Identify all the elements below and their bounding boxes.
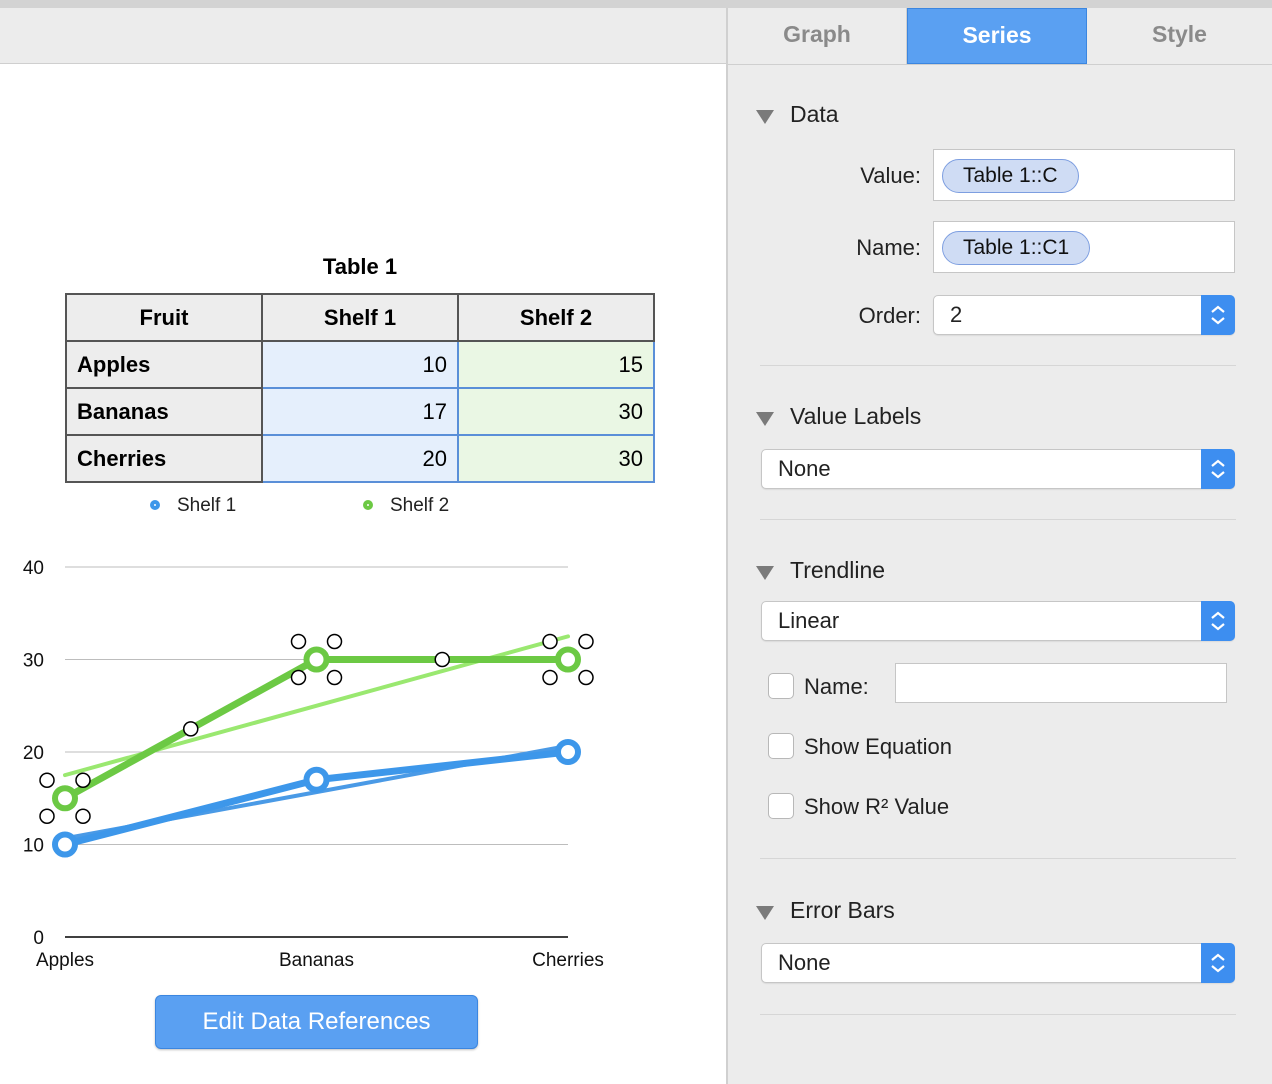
value-labels-popup[interactable]: None: [761, 449, 1235, 489]
order-value: 2: [950, 302, 963, 327]
data-point: [52, 785, 78, 812]
name-field[interactable]: Table 1::C1: [933, 221, 1235, 273]
section-title-data: Data: [790, 101, 839, 127]
selection-handle: [39, 808, 55, 824]
chevron-up-down-icon[interactable]: [1201, 295, 1235, 335]
value-reference-token[interactable]: Table 1::C: [942, 159, 1079, 193]
error-bars-selected: None: [778, 950, 831, 975]
value-label: Value:: [860, 163, 921, 188]
value-field[interactable]: Table 1::C: [933, 149, 1235, 201]
tab-series[interactable]: Series: [907, 8, 1087, 64]
section-divider: [760, 858, 1236, 859]
section-divider: [760, 1014, 1236, 1015]
y-tick-label: 40: [23, 558, 44, 579]
x-tick-label: Cherries: [532, 950, 604, 971]
selection-handle: [290, 669, 307, 686]
edit-data-references-button[interactable]: Edit Data References: [155, 995, 478, 1049]
disclosure-triangle-icon[interactable]: [756, 906, 774, 920]
tab-style[interactable]: Style: [1087, 8, 1272, 64]
selection-handle: [326, 669, 343, 686]
chevron-up-down-icon[interactable]: [1201, 943, 1235, 983]
data-point: [303, 646, 330, 673]
series-line-1: [64, 748, 569, 848]
trendline-selected: Linear: [778, 608, 840, 633]
error-bars-popup[interactable]: None: [761, 943, 1235, 983]
tab-graph[interactable]: Graph: [728, 8, 906, 64]
section-title-value-labels: Value Labels: [790, 403, 922, 429]
selection-handle: [578, 633, 594, 650]
section-title-error-bars: Error Bars: [790, 897, 895, 923]
selection-handle: [326, 633, 343, 650]
disclosure-triangle-icon[interactable]: [756, 412, 774, 426]
data-point: [303, 766, 330, 793]
disclosure-triangle-icon[interactable]: [756, 110, 774, 124]
name-reference-token[interactable]: Table 1::C1: [942, 231, 1091, 265]
trendline-name-checkbox[interactable]: [768, 673, 794, 699]
data-point: [555, 646, 581, 673]
x-tick-label: Bananas: [279, 950, 354, 971]
selection-handle: [542, 669, 558, 686]
selection-handle: [75, 772, 91, 788]
inspector-tabs: Graph Series Style: [728, 8, 1272, 65]
y-tick-label: 10: [23, 836, 44, 857]
show-r2-label: Show R² Value: [804, 794, 950, 819]
selection-handle: [39, 772, 55, 788]
selection-handle: [183, 721, 199, 737]
section-title-trendline: Trendline: [790, 557, 886, 583]
trendline-popup[interactable]: Linear: [761, 601, 1235, 641]
selection-handle: [75, 808, 91, 824]
inspector-panel: Graph Series Style Data Value: Table 1::…: [728, 8, 1272, 1084]
disclosure-triangle-icon[interactable]: [756, 566, 774, 580]
y-tick-label: 30: [23, 651, 44, 672]
selection-handle: [434, 651, 450, 668]
section-divider: [760, 519, 1236, 520]
line-chart[interactable]: 0 10 20 30 40 Apples Bananas Cherries: [0, 0, 726, 1000]
show-equation-checkbox[interactable]: [768, 733, 794, 759]
chevron-up-down-icon[interactable]: [1201, 449, 1235, 489]
data-point: [555, 739, 581, 765]
x-tick-label: Apples: [36, 950, 94, 971]
y-tick-label: 20: [23, 743, 44, 764]
chevron-up-down-icon[interactable]: [1201, 601, 1235, 641]
trendline-name-label: Name:: [804, 674, 869, 699]
section-divider: [760, 365, 1236, 366]
trendline-name-field[interactable]: [895, 663, 1227, 703]
name-label: Name:: [856, 235, 921, 260]
selection-handle: [542, 633, 558, 650]
data-point: [52, 831, 78, 858]
show-r2-checkbox[interactable]: [768, 793, 794, 819]
order-popup[interactable]: 2: [933, 295, 1235, 335]
value-labels-selected: None: [778, 456, 831, 481]
show-equation-label: Show Equation: [804, 734, 952, 759]
order-label: Order:: [858, 303, 921, 328]
y-tick-label: 0: [33, 928, 44, 949]
selection-handle: [290, 633, 307, 650]
selection-handle: [578, 669, 594, 686]
